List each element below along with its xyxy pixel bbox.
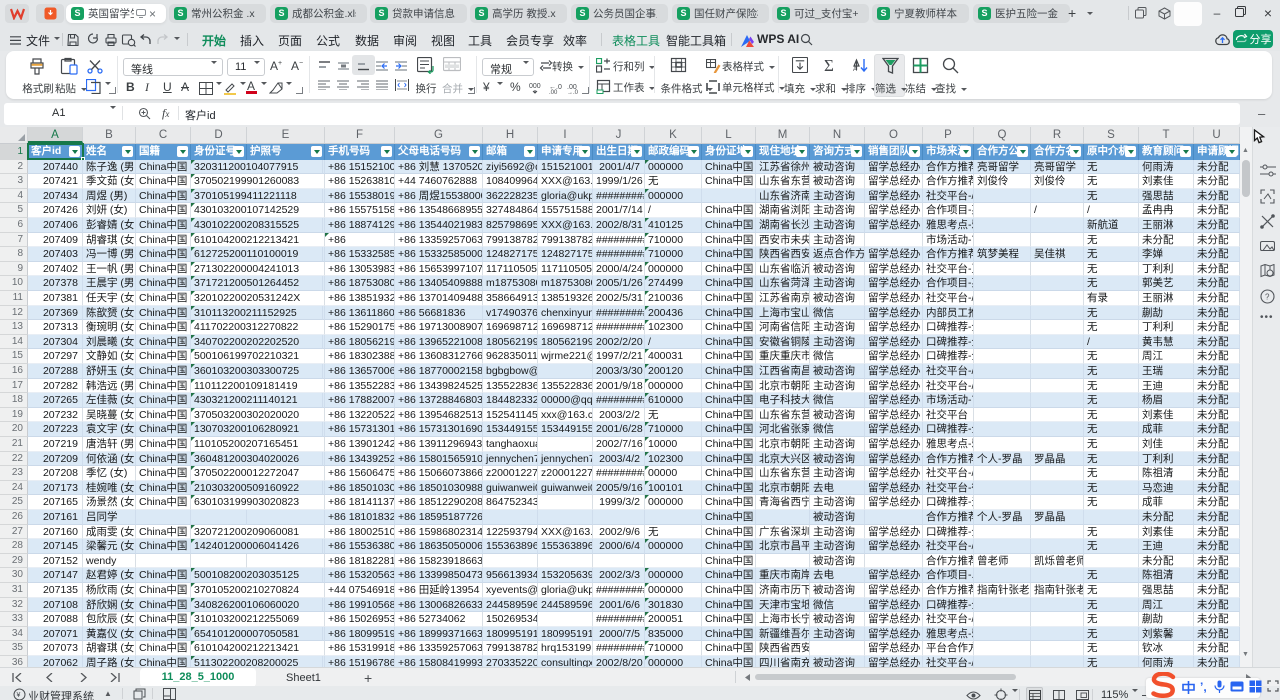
svg-text:→.0: →.0 — [567, 90, 579, 94]
svg-text:¥: ¥ — [17, 692, 21, 699]
svg-text:.00: .00 — [549, 90, 558, 94]
svg-text:A: A — [853, 67, 857, 73]
svg-text:?: ? — [1265, 293, 1270, 302]
svg-text:000: 000 — [529, 83, 541, 90]
